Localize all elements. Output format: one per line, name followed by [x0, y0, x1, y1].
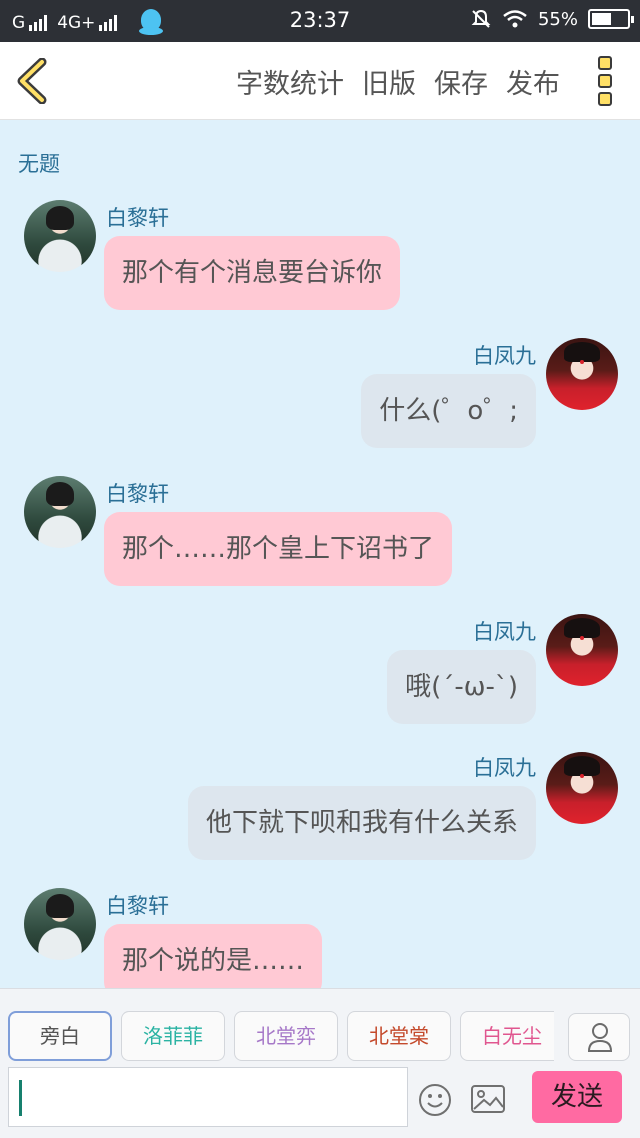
status-bar: G 4G+ 23:37 55%: [0, 0, 640, 42]
message-bubble[interactable]: 他下就下呗和我有什么关系: [187, 786, 536, 860]
avatar[interactable]: [546, 752, 618, 824]
role-selector[interactable]: 旁白 洛菲菲 北堂弈 北堂棠 白无尘: [8, 1011, 554, 1063]
role-chip-narrator[interactable]: 旁白: [8, 1011, 112, 1061]
top-toolbar: 字数统计 旧版 保存 发布: [0, 42, 640, 120]
message-bubble[interactable]: 那个说的是……: [104, 924, 323, 988]
avatar[interactable]: [24, 200, 96, 272]
chevron-left-icon[interactable]: [14, 58, 54, 104]
wifi-icon: [503, 10, 527, 28]
more-vertical-icon[interactable]: [598, 56, 616, 106]
role-chip[interactable]: 北堂弈: [234, 1011, 338, 1061]
composer-panel: 旁白 洛菲菲 北堂弈 北堂棠 白无尘 发送: [0, 988, 640, 1138]
role-chip[interactable]: 北堂棠: [347, 1011, 451, 1061]
sender-name: 白凤九: [473, 620, 536, 644]
image-icon[interactable]: [470, 1083, 506, 1115]
message-bubble[interactable]: 那个……那个皇上下诏书了: [104, 512, 453, 586]
status-right: 55%: [470, 8, 634, 30]
toolbar-actions: 字数统计 旧版 保存 发布: [236, 62, 560, 101]
avatar[interactable]: [546, 614, 618, 686]
send-button[interactable]: 发送: [532, 1071, 622, 1123]
sender-name: 白黎轩: [106, 206, 169, 230]
role-chip[interactable]: 洛菲菲: [121, 1011, 225, 1061]
message-input[interactable]: [8, 1067, 408, 1127]
sender-name: 白凤九: [473, 344, 536, 368]
old-version-button[interactable]: 旧版: [362, 62, 416, 101]
battery-icon: [588, 9, 634, 29]
word-count-button[interactable]: 字数统计: [236, 62, 344, 101]
avatar[interactable]: [546, 338, 618, 410]
sender-name: 白黎轩: [106, 482, 169, 506]
battery-percent: 55%: [537, 8, 578, 30]
message-bubble[interactable]: 什么(゜o゜;: [361, 374, 536, 448]
message-bubble[interactable]: 哦(´-ω-`): [387, 650, 536, 724]
message-bubble[interactable]: 那个有个消息要台诉你: [104, 236, 401, 310]
sender-name: 白凤九: [473, 756, 536, 780]
sender-name: 白黎轩: [106, 894, 169, 918]
save-button[interactable]: 保存: [434, 62, 488, 101]
chat-area[interactable]: 无题 白黎轩 那个有个消息要台诉你 白凤九 什么(゜o゜; 白黎轩 那个……那个…: [0, 120, 640, 988]
avatar[interactable]: [24, 888, 96, 960]
character-settings-button[interactable]: [568, 1013, 630, 1061]
avatar[interactable]: [24, 476, 96, 548]
text-caret: [19, 1080, 22, 1116]
person-icon: [587, 1023, 613, 1052]
role-chip[interactable]: 白无尘: [460, 1011, 554, 1061]
story-title[interactable]: 无题: [18, 148, 60, 178]
publish-button[interactable]: 发布: [506, 62, 560, 101]
mute-bell-icon: [471, 9, 491, 28]
smiley-icon[interactable]: [418, 1083, 452, 1117]
